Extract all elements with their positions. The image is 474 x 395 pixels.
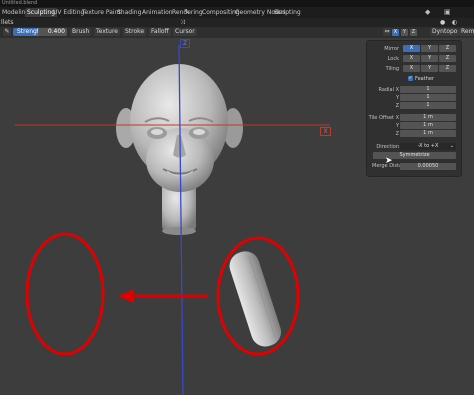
radial-x-label: Radial X bbox=[378, 87, 399, 93]
radial-z-label: Z bbox=[395, 103, 399, 109]
shading-mode-icon[interactable]: ● bbox=[440, 18, 445, 27]
overlay-icon[interactable]: ◐ bbox=[452, 18, 457, 27]
direction-dropdown[interactable]: -X to +X ⌄ bbox=[400, 143, 456, 150]
radial-z-field[interactable]: 1 bbox=[400, 102, 456, 109]
mirror-label: Mirror bbox=[384, 46, 399, 52]
window-title: Untitled.blend bbox=[2, 0, 38, 6]
tile-offset-x-label: Tile Offset X bbox=[368, 115, 399, 121]
feather-label: Feather bbox=[415, 76, 435, 82]
mirror-x-button[interactable]: X bbox=[403, 45, 420, 52]
scene-icon[interactable]: ◆ bbox=[425, 8, 430, 16]
tile-offset-y-label: Y bbox=[395, 123, 399, 129]
chevron-down-icon: ⌄ bbox=[449, 143, 454, 149]
tile-offset-y-row: Y 1 m bbox=[367, 122, 461, 130]
radial-x-row: Radial X 1 bbox=[367, 86, 461, 94]
radial-y-field[interactable]: 1 bbox=[400, 94, 456, 101]
strength-value[interactable]: 0.400 bbox=[38, 28, 67, 36]
stroke-dropdown[interactable]: Stroke bbox=[123, 28, 147, 36]
pin-icon[interactable]: ✎ bbox=[184, 8, 190, 16]
gizmo-z-label[interactable]: Z bbox=[180, 39, 190, 48]
symmetry-z-button[interactable]: Z bbox=[410, 29, 417, 36]
lock-row: Lock X Y Z bbox=[367, 55, 461, 63]
tile-offset-x-row: Tile Offset X 1 m bbox=[367, 114, 461, 122]
editor-header: llets ⤨ ● ◐ bbox=[0, 18, 474, 27]
texture-dropdown[interactable]: Texture bbox=[94, 28, 120, 36]
tile-offset-y-field[interactable]: 1 m bbox=[400, 122, 456, 129]
workspace-tabs: Modeling Sculpting UV Editing Texture Pa… bbox=[0, 7, 474, 18]
tile-offset-z-field[interactable]: 1 m bbox=[400, 130, 456, 137]
feather-checkbox[interactable]: ✓ bbox=[408, 76, 413, 81]
radial-y-label: Y bbox=[395, 95, 399, 101]
feather-row: ✓ Feather bbox=[367, 75, 461, 83]
gizmo-x-label[interactable]: X bbox=[320, 127, 331, 136]
mirror-z-button[interactable]: Z bbox=[439, 45, 456, 52]
mirror-y-button[interactable]: Y bbox=[421, 45, 438, 52]
tab-scripting[interactable]: Scripting bbox=[272, 8, 303, 17]
mirror-row: Mirror X Y Z bbox=[367, 45, 461, 53]
tile-offset-x-field[interactable]: 1 m bbox=[400, 114, 456, 121]
remesh-dropdown[interactable]: Reme bbox=[459, 28, 474, 36]
gizmo-menu-icon[interactable]: ⤨ bbox=[180, 18, 185, 27]
symmetry-panel: Mirror X Y Z Lock X Y Z Tiling X Y Z ✓ F… bbox=[366, 40, 462, 177]
mouse-cursor-icon: ➤ bbox=[385, 156, 393, 166]
dyntopo-toggle[interactable]: Dyntopo bbox=[430, 28, 460, 36]
view-layer-icon[interactable]: ▣ bbox=[444, 8, 451, 16]
lock-label: Lock bbox=[387, 56, 399, 62]
direction-label: Direction bbox=[376, 144, 399, 150]
symmetry-x-button[interactable]: X bbox=[392, 29, 399, 36]
tiling-label: Tiling bbox=[385, 66, 399, 72]
window-title-bar: Untitled.blend bbox=[0, 0, 474, 7]
direction-value: -X to +X bbox=[417, 143, 439, 149]
lock-z-button[interactable]: Z bbox=[439, 55, 456, 62]
radial-y-row: Y 1 bbox=[367, 94, 461, 102]
tiling-y-button[interactable]: Y bbox=[421, 65, 438, 72]
lock-x-button[interactable]: X bbox=[403, 55, 420, 62]
symmetry-y-button[interactable]: Y bbox=[401, 29, 408, 36]
tiling-z-button[interactable]: Z bbox=[439, 65, 456, 72]
symmetrize-row: Symmetrize bbox=[367, 152, 461, 160]
direction-row: Direction -X to +X ⌄ bbox=[367, 143, 461, 151]
tiling-x-button[interactable]: X bbox=[403, 65, 420, 72]
symmetry-icon[interactable]: ⇔ bbox=[383, 28, 391, 36]
merge-distance-row: Merge Dista... 0.00050 bbox=[367, 163, 461, 171]
merge-distance-field[interactable]: 0.00050 bbox=[400, 163, 456, 170]
tile-offset-z-label: Z bbox=[395, 131, 399, 137]
falloff-dropdown[interactable]: Falloff bbox=[149, 28, 171, 36]
radial-x-field[interactable]: 1 bbox=[400, 86, 456, 93]
radial-z-row: Z 1 bbox=[367, 102, 461, 110]
tiling-row: Tiling X Y Z bbox=[367, 65, 461, 73]
brush-icon[interactable]: ✎ bbox=[3, 28, 11, 36]
menu-label[interactable]: llets bbox=[1, 18, 14, 27]
lock-y-button[interactable]: Y bbox=[421, 55, 438, 62]
cursor-dropdown[interactable]: Cursor bbox=[173, 28, 197, 36]
brush-dropdown[interactable]: Brush bbox=[70, 28, 92, 36]
tile-offset-z-row: Z 1 m bbox=[367, 130, 461, 138]
